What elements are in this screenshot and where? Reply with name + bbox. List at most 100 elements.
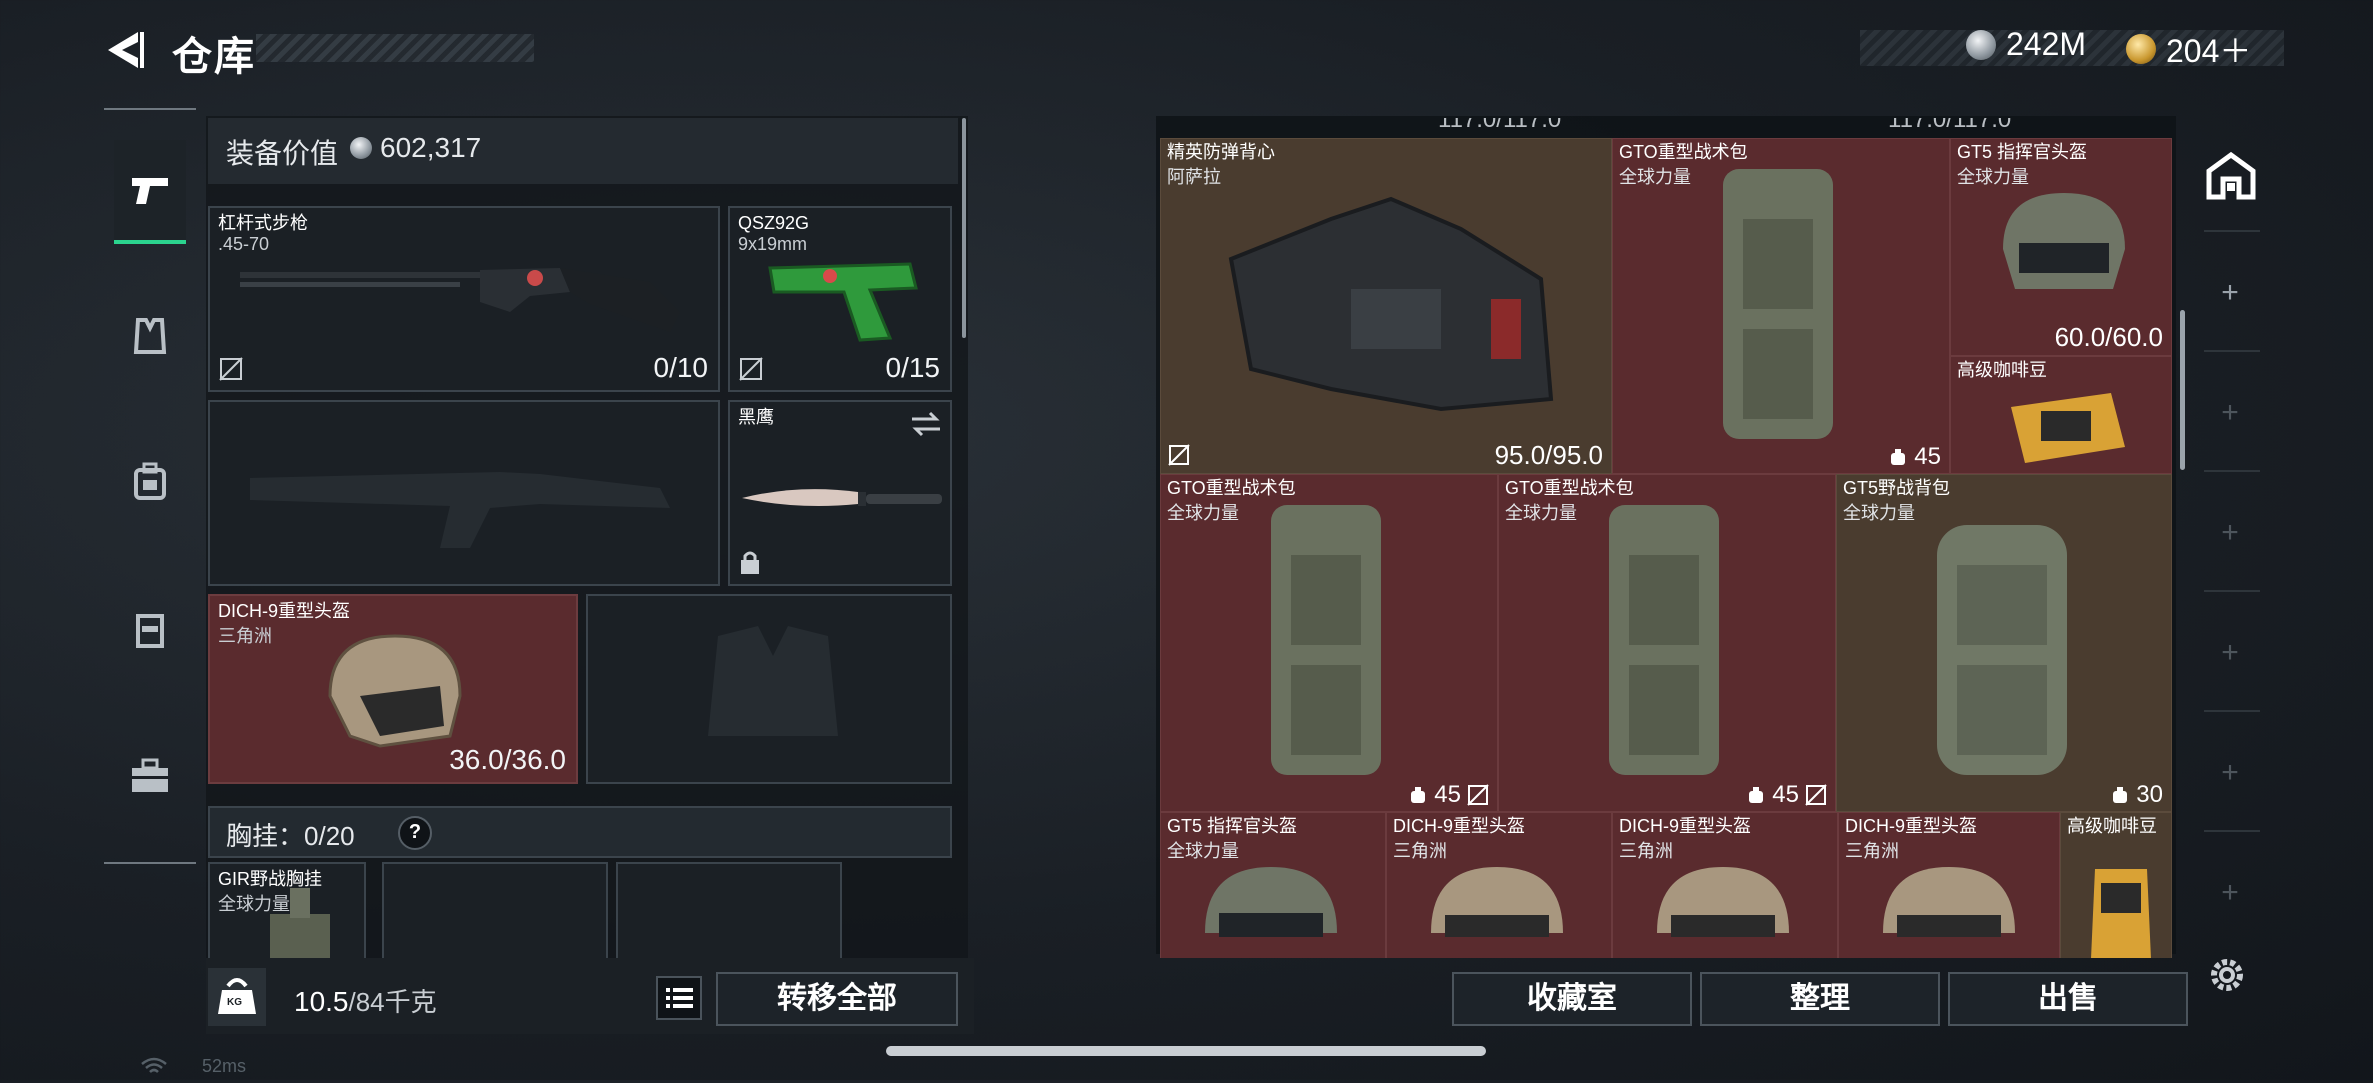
storage-scrollbar[interactable] xyxy=(2180,310,2185,470)
item-name: DICH-9重型头盔 xyxy=(1845,816,1978,836)
slot-melee[interactable]: 黑鹰 xyxy=(728,400,952,586)
currency-silver-value: 242M xyxy=(2006,26,2087,62)
field-backpack-icon xyxy=(1937,525,2067,775)
item-sub: 全球力量 xyxy=(1505,503,1577,523)
helmet-icon xyxy=(328,634,462,748)
primary-weapon-ammo-count: 0/10 xyxy=(653,352,709,383)
not-insured-icon xyxy=(219,357,243,381)
item-durability: 117.0/117.0 xyxy=(1438,118,1562,133)
coffee-bean-icon xyxy=(2011,393,2125,463)
armor-silhouette-icon xyxy=(708,626,838,736)
currency-silver[interactable]: 242M xyxy=(1966,26,2086,63)
slot-rig-pocket[interactable] xyxy=(382,862,608,960)
item-quantity-value: 45 xyxy=(1772,781,1799,808)
ping-readout: 52ms xyxy=(202,1056,247,1076)
knife-icon xyxy=(742,489,942,506)
item-durability: 117.0/117.0 xyxy=(1888,118,2012,133)
slot-rig-pocket[interactable] xyxy=(616,862,842,960)
nav-armor[interactable] xyxy=(114,286,186,386)
item-quantity: 45 xyxy=(1888,443,1941,471)
sidearm-name: QSZ92G xyxy=(738,213,810,233)
weight-current: 10.5 xyxy=(294,986,349,1017)
nav-chest-rig[interactable] xyxy=(114,580,186,680)
tactical-backpack-icon xyxy=(1723,169,1833,439)
slot-primary-weapon[interactable]: 杠杆式步枪 .45-70 0/10 xyxy=(208,206,720,392)
storage-item[interactable]: GT5 指挥官头盔 全球力量 xyxy=(1160,812,1386,958)
item-sub: 全球力量 xyxy=(1843,503,1915,523)
slot-sidearm[interactable]: QSZ92G 9x19mm 0/15 xyxy=(728,206,952,392)
sidearm-ammo-count: 0/15 xyxy=(885,352,941,383)
chest-rig-capacity: 胸挂：0/20 xyxy=(226,816,355,853)
weight-box: KG xyxy=(208,968,266,1026)
storage-item[interactable]: GT5野战背包 全球力量 30 xyxy=(1836,474,2172,812)
storage-item[interactable]: GTO重型战术包 全球力量 45 xyxy=(1160,474,1498,812)
storage-item[interactable]: GTO重型战术包 全球力量 45 xyxy=(1498,474,1836,812)
gear-icon xyxy=(2211,959,2243,991)
add-storage-button[interactable]: + xyxy=(2212,636,2248,670)
item-quantity-value: 30 xyxy=(2136,781,2163,808)
not-insured-icon xyxy=(1805,784,1827,806)
page-title: 仓库 xyxy=(172,35,256,79)
helmet-sub: 三角洲 xyxy=(218,626,272,646)
add-storage-button[interactable]: + xyxy=(2212,876,2248,910)
vest-icon xyxy=(133,318,167,354)
weight-readout: 10.5/84千克 xyxy=(294,982,437,1019)
nav-backpack[interactable] xyxy=(114,432,186,532)
transfer-all-button[interactable]: 转移全部 xyxy=(716,972,958,1026)
nav-tools[interactable] xyxy=(114,726,186,826)
item-quantity-value: 45 xyxy=(1434,781,1461,808)
item-quantity: 30 xyxy=(2110,781,2163,809)
home-indicator[interactable] xyxy=(886,1046,1486,1056)
equipment-value: 602,317 xyxy=(350,132,481,164)
add-storage-button[interactable]: + xyxy=(2212,516,2248,550)
slot-armor[interactable] xyxy=(586,594,952,784)
add-storage-button[interactable]: + xyxy=(2212,756,2248,790)
storage-item[interactable]: 高级咖啡豆 xyxy=(2060,812,2172,958)
storage-item[interactable]: GT5 指挥官头盔 全球力量 60.0/60.0 xyxy=(1950,138,2172,356)
weight-max: /84千克 xyxy=(348,987,437,1017)
add-storage-button[interactable]: + xyxy=(2212,396,2248,430)
chest-rig-help-button[interactable]: ? xyxy=(398,816,432,850)
not-insured-icon xyxy=(1467,784,1489,806)
slot-secondary-weapon[interactable] xyxy=(208,400,720,586)
item-sub: 全球力量 xyxy=(1619,167,1691,187)
not-insured-icon xyxy=(739,357,763,381)
storage-item[interactable]: DICH-9重型头盔 三角洲 xyxy=(1386,812,1612,958)
storage-main-tab[interactable] xyxy=(2196,144,2266,208)
armor-vest-icon xyxy=(1228,196,1554,412)
storage-item[interactable]: 高级咖啡豆 xyxy=(1950,356,2172,474)
not-insured-icon xyxy=(1168,444,1190,466)
storage-item[interactable]: DICH-9重型头盔 三角洲 xyxy=(1838,812,2060,958)
tactical-backpack-icon xyxy=(1609,505,1719,775)
currency-gold[interactable]: 204＋ xyxy=(2126,26,2251,72)
list-view-button[interactable] xyxy=(656,976,702,1020)
divider xyxy=(2204,590,2260,592)
slot-helmet[interactable]: DICH-9重型头盔 三角洲 36.0/36.0 xyxy=(208,594,578,784)
add-storage-button[interactable]: + xyxy=(2212,276,2248,310)
collection-room-button[interactable]: 收藏室 xyxy=(1452,972,1692,1026)
back-arrow-icon xyxy=(108,32,144,68)
sort-button[interactable]: 整理 xyxy=(1700,972,1940,1026)
currency-gold-value: 204＋ xyxy=(2166,33,2252,69)
settings-button[interactable] xyxy=(2206,954,2248,1001)
swap-icon[interactable] xyxy=(910,410,942,438)
storage-item[interactable]: GTO重型战术包 全球力量 45 xyxy=(1612,138,1950,474)
loadout-scrollbar[interactable] xyxy=(962,118,966,338)
divider xyxy=(2204,470,2260,472)
item-name: GT5野战背包 xyxy=(1843,478,1951,498)
storage-item[interactable]: 精英防弹背心 阿萨拉 95.0/95.0 xyxy=(1160,138,1612,474)
capacity-icon xyxy=(1749,787,1764,803)
lock-icon xyxy=(741,551,759,574)
rifle-silhouette-icon xyxy=(250,472,670,548)
item-name: DICH-9重型头盔 xyxy=(1619,816,1752,836)
chest-rig-icon xyxy=(136,614,164,648)
sell-button[interactable]: 出售 xyxy=(1948,972,2188,1026)
slot-chest-rig-item[interactable]: GIR野战胸挂 全球力量 xyxy=(208,862,366,960)
pistol-icon xyxy=(132,178,168,204)
storage-item[interactable]: DICH-9重型头盔 三角洲 xyxy=(1612,812,1838,958)
nav-weapons[interactable] xyxy=(114,140,186,244)
back-button[interactable] xyxy=(100,26,148,74)
item-durability: 60.0/60.0 xyxy=(2054,322,2163,352)
item-quantity: 45 xyxy=(1408,781,1489,809)
green-pistol-icon xyxy=(768,262,918,342)
